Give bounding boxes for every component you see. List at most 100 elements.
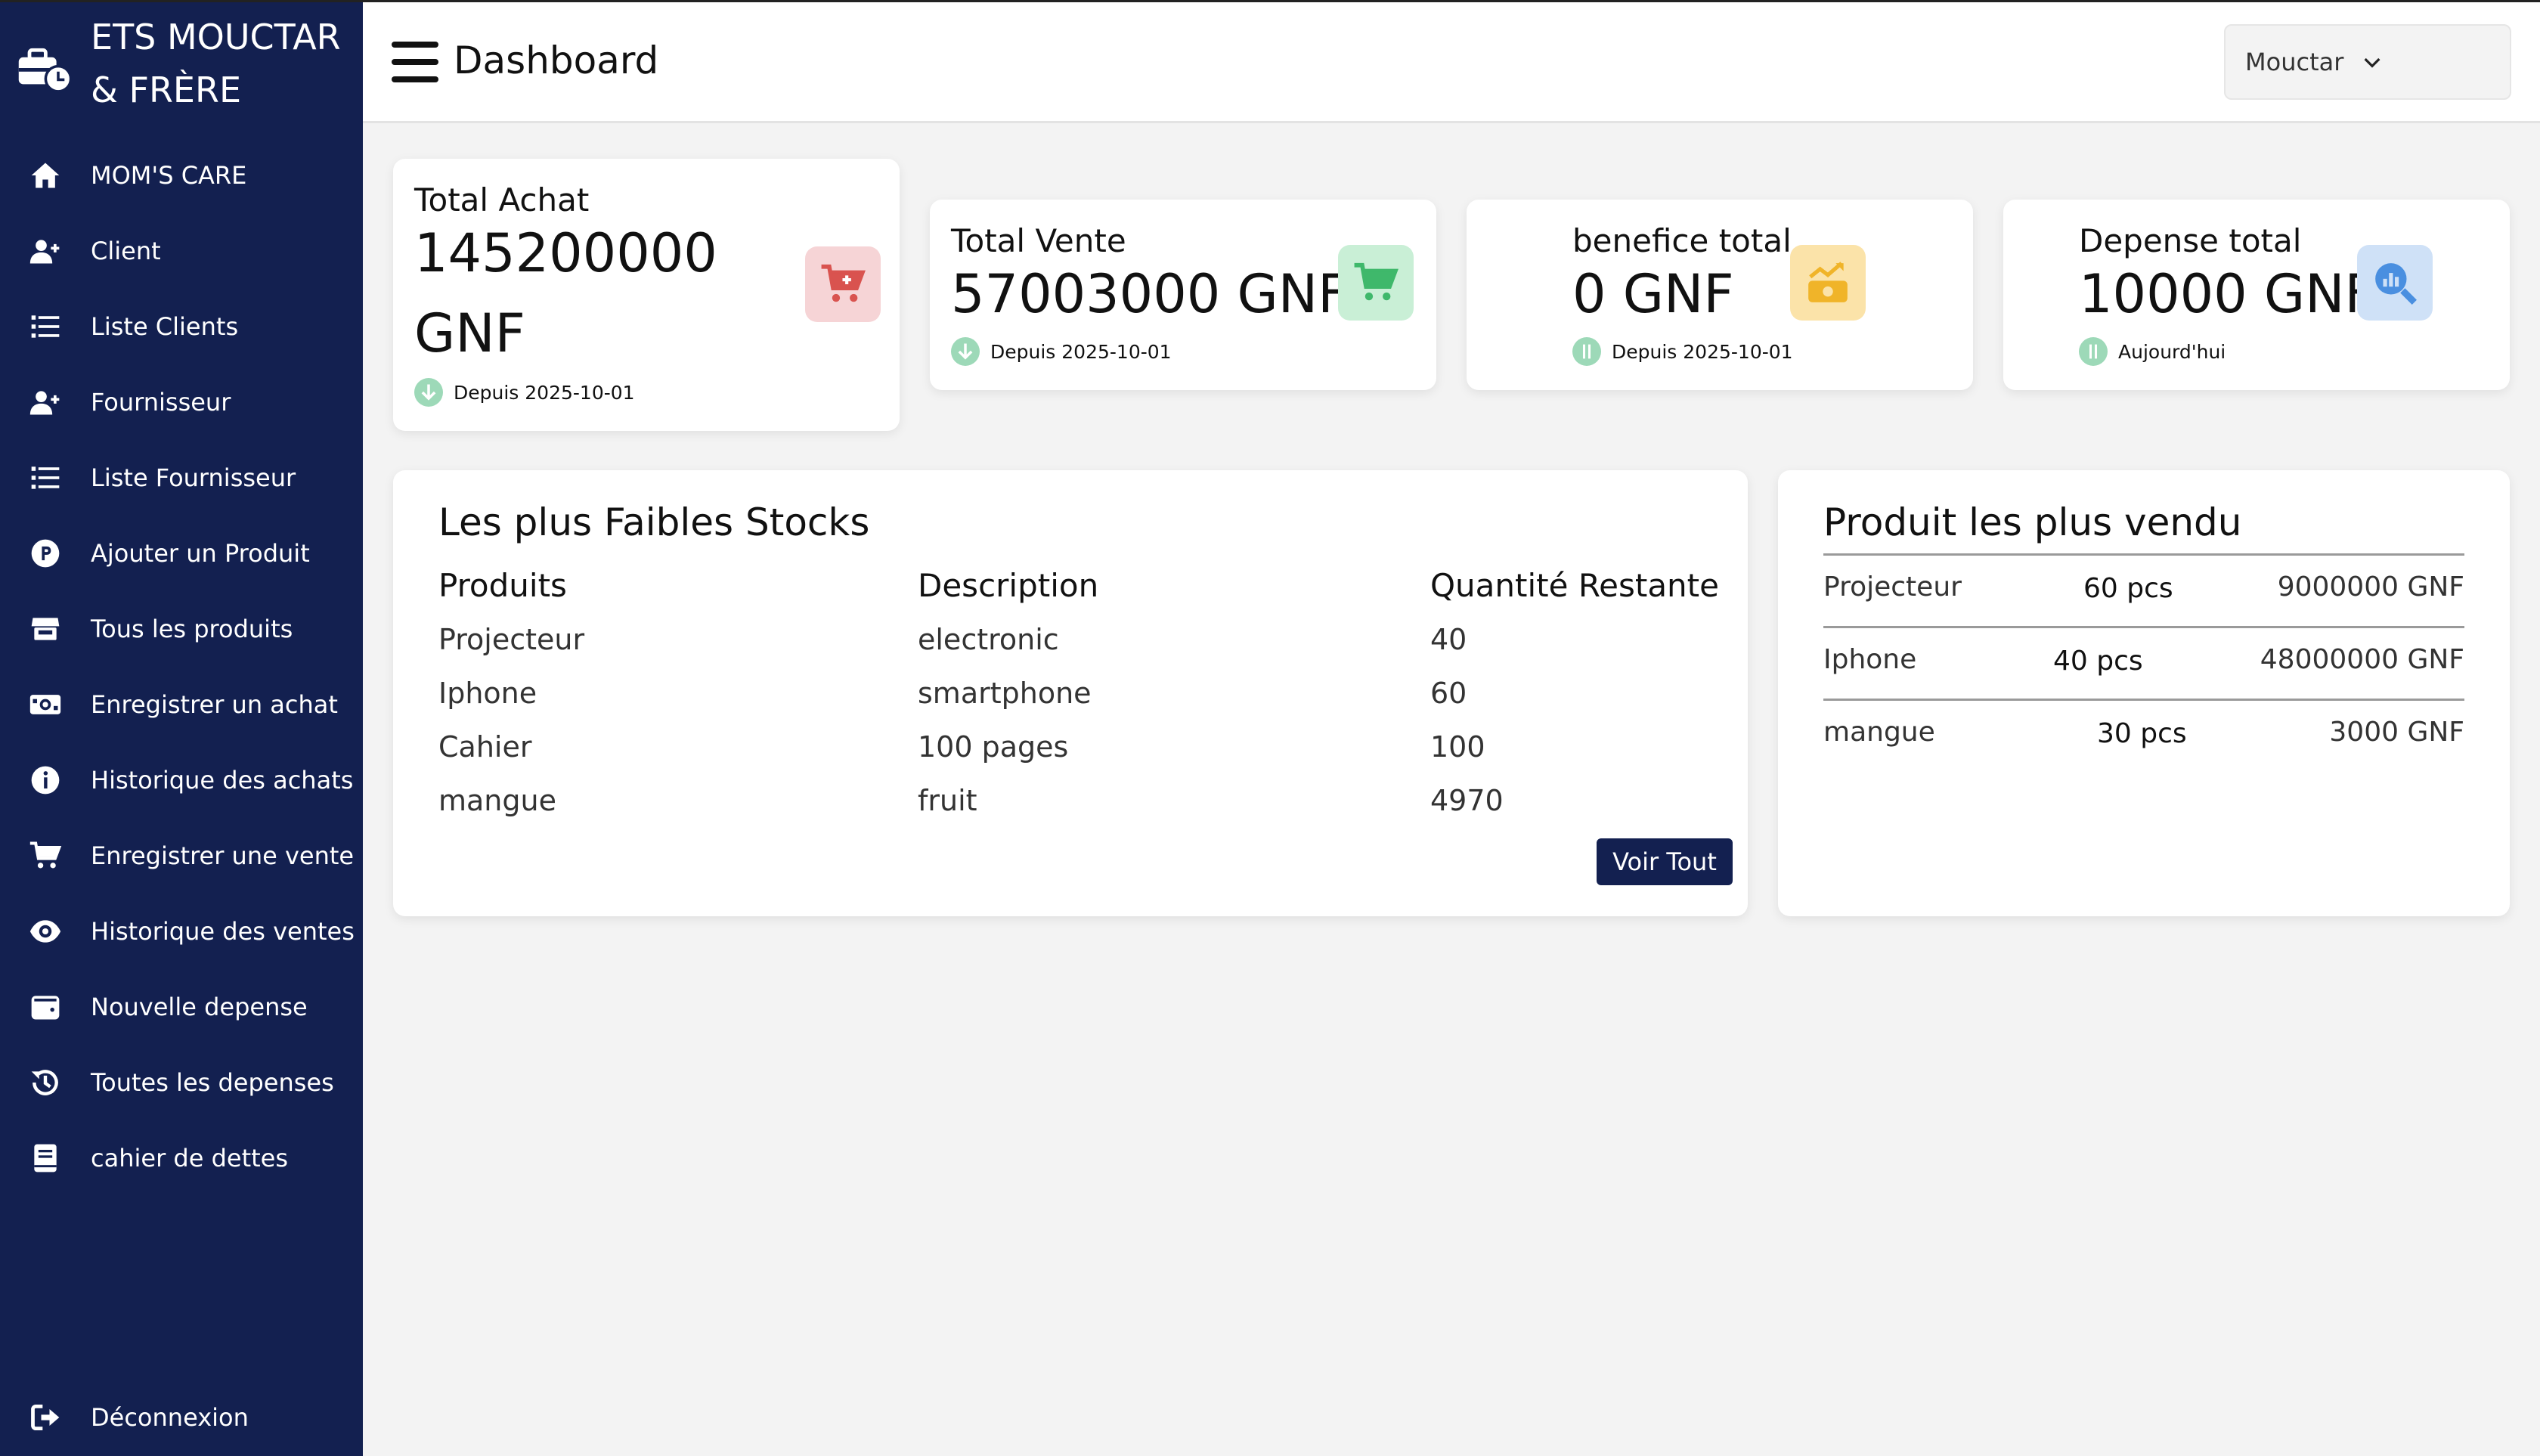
sidebar-item-label: Historique des ventes: [91, 917, 355, 946]
brand-line-2: & FRÈRE: [91, 70, 242, 110]
stat-card-total-achat: Total Achat 145200000 GNF Depuis 2025-10…: [393, 159, 900, 431]
sidebar-item-label: Ajouter un Produit: [91, 539, 310, 568]
arrow-updown-icon: [2079, 337, 2108, 366]
sidebar-item-label: Tous les produits: [91, 615, 293, 643]
user-dropdown[interactable]: Mouctar: [2224, 24, 2511, 100]
sidebar-item-fournisseur[interactable]: Fournisseur: [0, 364, 363, 440]
table-cell: 100 pages: [918, 730, 1069, 764]
sidebar-item-liste-fournisseur[interactable]: Liste Fournisseur: [0, 440, 363, 516]
briefcase-clock-icon: [18, 48, 73, 93]
eye-icon: [27, 913, 64, 949]
top-border: [0, 0, 2540, 2]
history-icon: [27, 1064, 64, 1101]
stat-footer-text: Depuis 2025-10-01: [454, 381, 635, 404]
user-name: Mouctar: [2245, 48, 2344, 76]
cart-icon: [1338, 245, 1414, 321]
brand-name: ETS MOUCTAR & FRÈRE: [91, 11, 341, 116]
list-icon: [27, 308, 64, 345]
sidebar-item-label: MOM'S CARE: [91, 161, 247, 190]
sidebar-item-historique-achats[interactable]: Historique des achats: [0, 742, 363, 818]
arrow-down-icon: [414, 378, 443, 407]
sidebar-item-label: Liste Clients: [91, 312, 239, 341]
list-item-qty: 60 pcs: [2083, 573, 2173, 604]
stat-card-total-vente: Total Vente 57003000 GNF Depuis 2025-10-…: [930, 200, 1436, 390]
chevron-down-icon: [2364, 57, 2380, 68]
table-cell: mangue: [438, 784, 556, 817]
sidebar-item-tous-produits[interactable]: Tous les produits: [0, 591, 363, 667]
sidebar-item-enregistrer-achat[interactable]: Enregistrer un achat: [0, 667, 363, 742]
user-plus-icon: [27, 233, 64, 269]
stat-value: 57003000 GNF: [951, 263, 1349, 325]
table-cell: 40: [1430, 623, 1467, 656]
list-item-product: Iphone: [1823, 644, 1917, 675]
sidebar-item-label: Enregistrer un achat: [91, 690, 338, 719]
logout-label: Déconnexion: [91, 1403, 249, 1432]
top-header: Dashboard Mouctar: [363, 2, 2540, 123]
low-stock-panel: Les plus Faibles Stocks Produits Descrip…: [393, 470, 1748, 916]
sidebar-item-nouvelle-depense[interactable]: Nouvelle depense: [0, 969, 363, 1045]
sidebar-item-ajouter-produit[interactable]: Ajouter un Produit: [0, 516, 363, 591]
sign-out-icon: [27, 1399, 64, 1436]
cart-plus-icon: [805, 246, 881, 322]
best-sellers-panel: Produit les plus vendu Projecteur 60 pcs…: [1778, 470, 2510, 916]
sidebar-item-label: Nouvelle depense: [91, 993, 308, 1021]
sidebar-item-enregistrer-vente[interactable]: Enregistrer une vente: [0, 818, 363, 894]
sidebar-item-cahier-dettes[interactable]: cahier de dettes: [0, 1120, 363, 1196]
sidebar-item-moms-care[interactable]: MOM'S CARE: [0, 138, 363, 213]
stat-footer-text: Aujourd'hui: [2118, 340, 2226, 363]
stat-footer-text: Depuis 2025-10-01: [1612, 340, 1793, 363]
sidebar-item-label: Historique des achats: [91, 766, 354, 795]
hamburger-menu-icon[interactable]: [392, 42, 438, 82]
sidebar-item-toutes-depenses[interactable]: Toutes les depenses: [0, 1045, 363, 1120]
sidebar-nav: MOM'S CARE Client Liste Clients Fourniss…: [0, 138, 363, 1196]
panel-title: Produit les plus vendu: [1823, 500, 2242, 544]
stat-value-line-1: 145200000: [414, 222, 717, 284]
column-header-produits: Produits: [438, 567, 567, 604]
voir-tout-button[interactable]: Voir Tout: [1597, 838, 1733, 885]
store-icon: [27, 611, 64, 647]
stat-value: 0 GNF: [1572, 263, 1734, 325]
sidebar-item-label: Toutes les depenses: [91, 1068, 334, 1097]
list-item-qty: 30 pcs: [2097, 718, 2187, 749]
table-cell: fruit: [918, 784, 977, 817]
column-header-description: Description: [918, 567, 1099, 604]
table-cell: Cahier: [438, 730, 532, 764]
column-header-quantite: Quantité Restante: [1430, 567, 1719, 604]
money-bill-icon: [27, 686, 64, 723]
arrow-updown-icon: [1572, 337, 1601, 366]
wallet-icon: [27, 989, 64, 1025]
list-item-product: Projecteur: [1823, 572, 1962, 603]
table-cell: Projecteur: [438, 623, 585, 656]
table-cell: 60: [1430, 677, 1467, 710]
user-plus-icon: [27, 384, 64, 420]
stat-footer: Depuis 2025-10-01: [1572, 337, 1793, 366]
list-item-amount: 3000 GNF: [2329, 717, 2464, 748]
stat-value: 10000 GNF: [2079, 263, 2375, 325]
sidebar-item-client[interactable]: Client: [0, 213, 363, 289]
table-cell: 4970: [1430, 784, 1504, 817]
stat-value-line-2: GNF: [414, 302, 525, 364]
cart-icon: [27, 838, 64, 874]
stat-card-benefice-total: benefice total 0 GNF Depuis 2025-10-01: [1467, 200, 1973, 390]
stat-footer: Depuis 2025-10-01: [414, 378, 635, 407]
list-item-amount: 48000000 GNF: [2260, 644, 2464, 675]
sidebar-item-label: Client: [91, 237, 161, 265]
sidebar-item-liste-clients[interactable]: Liste Clients: [0, 289, 363, 364]
divider: [1823, 553, 2464, 556]
stat-value: 145200000 GNF: [414, 213, 717, 373]
stat-footer: Depuis 2025-10-01: [951, 337, 1172, 366]
table-cell: Iphone: [438, 677, 537, 710]
table-cell: electronic: [918, 623, 1059, 656]
divider: [1823, 626, 2464, 628]
logout-button[interactable]: Déconnexion: [0, 1380, 363, 1455]
sidebar-item-label: cahier de dettes: [91, 1144, 289, 1173]
brand[interactable]: ETS MOUCTAR & FRÈRE: [15, 11, 355, 116]
sidebar-item-historique-ventes[interactable]: Historique des ventes: [0, 894, 363, 969]
money-trend-icon: [1790, 245, 1866, 321]
search-chart-icon: [2357, 245, 2433, 321]
list-item-amount: 9000000 GNF: [2277, 572, 2464, 603]
product-icon: [27, 535, 64, 572]
stat-footer: Aujourd'hui: [2079, 337, 2226, 366]
table-cell: 100: [1430, 730, 1485, 764]
home-icon: [27, 157, 64, 194]
